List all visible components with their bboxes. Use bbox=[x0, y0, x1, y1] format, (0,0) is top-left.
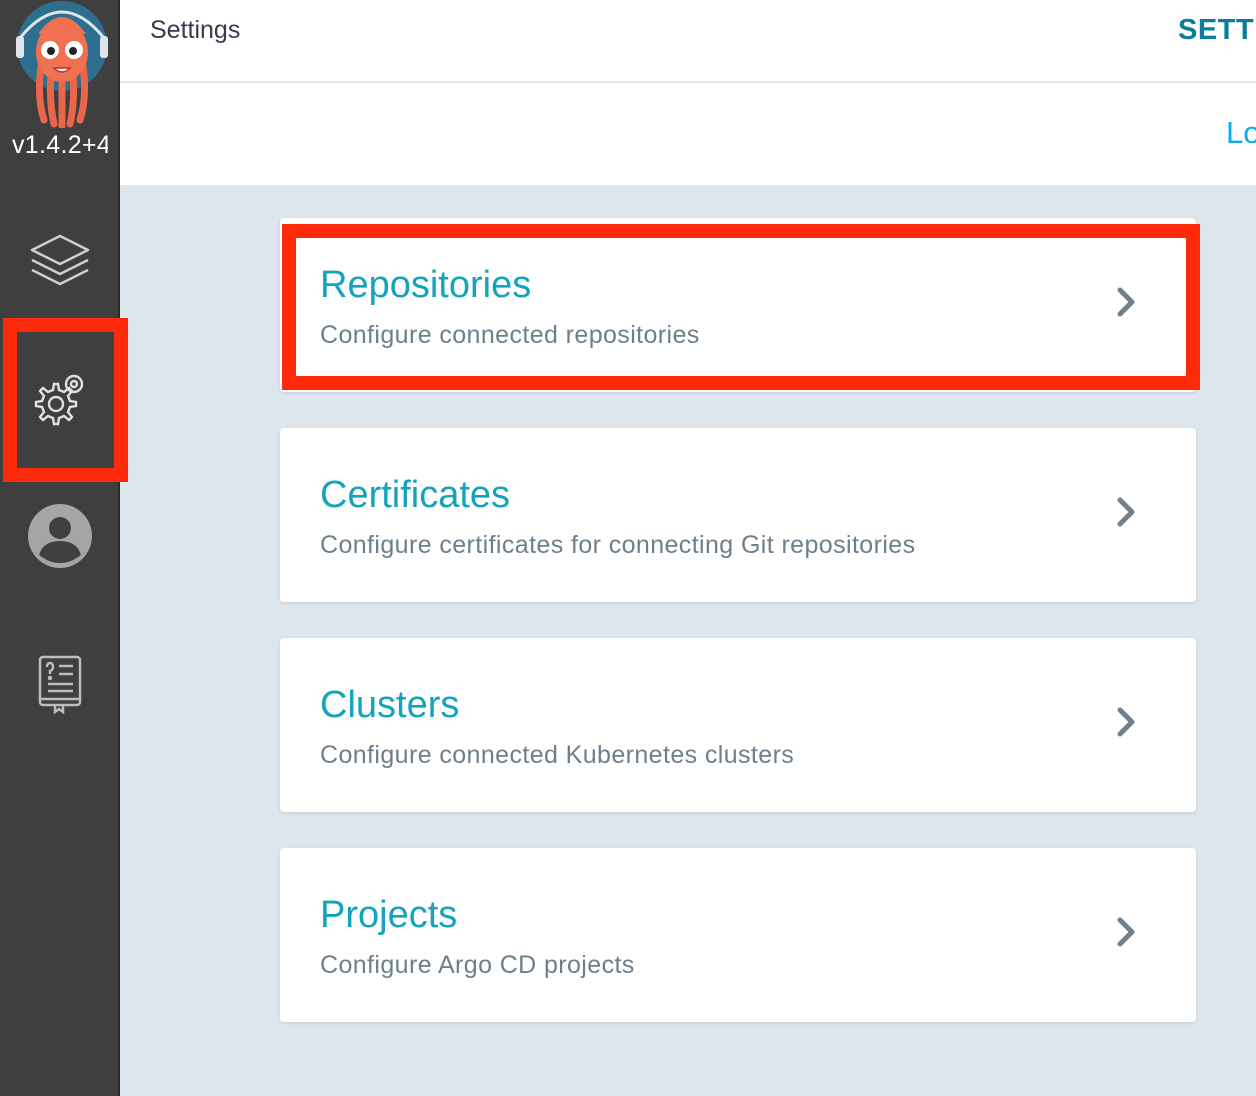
card-title: Certificates bbox=[320, 474, 511, 516]
card-title: Repositories bbox=[320, 264, 532, 306]
page-title: Settings bbox=[150, 16, 241, 44]
chevron-right-icon bbox=[1117, 707, 1135, 737]
breadcrumb[interactable]: SETTI bbox=[1178, 14, 1256, 47]
sidebar-item-docs[interactable] bbox=[0, 646, 120, 726]
sidebar-item-user[interactable] bbox=[0, 498, 120, 578]
settings-card-clusters[interactable]: Clusters Configure connected Kubernetes … bbox=[280, 638, 1196, 812]
settings-card-certificates[interactable]: Certificates Configure certificates for … bbox=[280, 428, 1196, 602]
user-icon bbox=[27, 503, 93, 574]
chevron-right-icon bbox=[1117, 287, 1135, 317]
toolbar-link[interactable]: Lo bbox=[1226, 115, 1256, 151]
argo-logo-icon[interactable] bbox=[14, 0, 110, 130]
chevron-right-icon bbox=[1117, 917, 1135, 947]
sidebar-item-applications[interactable] bbox=[0, 222, 120, 302]
top-bar: Settings SETTI bbox=[120, 0, 1256, 82]
settings-card-projects[interactable]: Projects Configure Argo CD projects bbox=[280, 848, 1196, 1022]
card-description: Configure certificates for connecting Gi… bbox=[320, 531, 916, 559]
sidebar-item-settings[interactable] bbox=[0, 360, 120, 444]
chevron-right-icon bbox=[1117, 497, 1135, 527]
layers-icon bbox=[28, 228, 92, 297]
toolbar: Lo bbox=[120, 83, 1256, 185]
sidebar: v1.4.2+4 bbox=[0, 0, 120, 1096]
card-description: Configure Argo CD projects bbox=[320, 951, 635, 979]
card-title: Clusters bbox=[320, 684, 460, 726]
card-description: Configure connected repositories bbox=[320, 321, 700, 349]
gears-icon bbox=[28, 368, 92, 437]
card-title: Projects bbox=[320, 894, 458, 936]
settings-card-repositories[interactable]: Repositories Configure connected reposit… bbox=[280, 218, 1196, 392]
card-description: Configure connected Kubernetes clusters bbox=[320, 741, 795, 769]
help-book-icon bbox=[35, 654, 85, 719]
version-label: v1.4.2+4 bbox=[12, 131, 108, 159]
